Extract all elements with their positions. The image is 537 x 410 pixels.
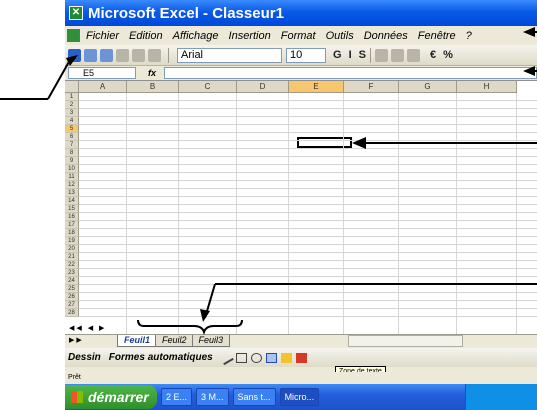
pointer-line bbox=[47, 59, 71, 100]
sheet-tabs-brace bbox=[137, 319, 243, 336]
arrowhead-icon bbox=[523, 66, 535, 76]
arrowhead-icon bbox=[200, 309, 210, 322]
arrowhead-icon bbox=[523, 27, 535, 37]
arrowhead-icon bbox=[352, 137, 366, 149]
annotation-overlay bbox=[0, 27, 537, 336]
